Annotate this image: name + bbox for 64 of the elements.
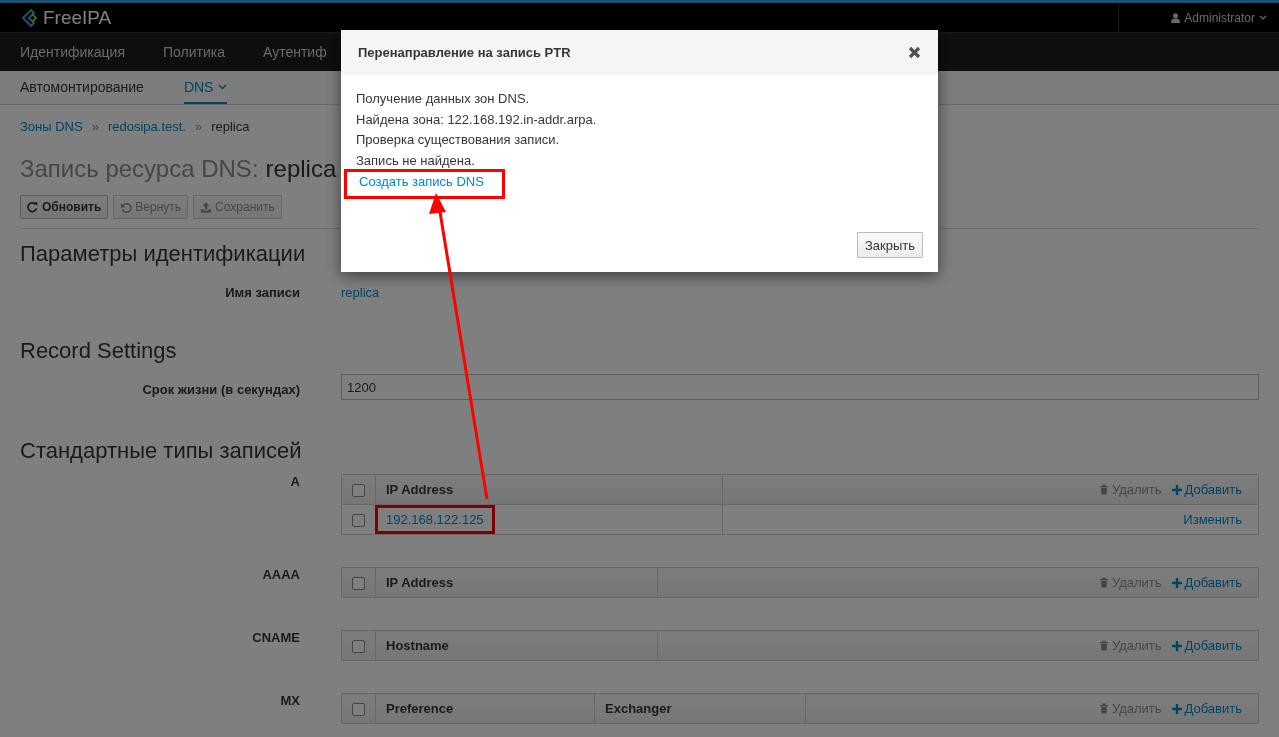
plus-icon: [1171, 640, 1182, 651]
breadcrumb-link[interactable]: Зоны DNS: [20, 118, 83, 134]
column-header: IP Address: [375, 474, 723, 505]
status-message: Найдена зона: 122.168.192.in-addr.arpa.: [356, 110, 598, 129]
upload-icon: [200, 200, 213, 214]
status-message: Запись не найдена.: [356, 151, 476, 170]
column-header: Preference: [375, 693, 595, 724]
status-message: Получение данных зон DNS.: [356, 90, 531, 108]
undo-icon: [120, 200, 133, 214]
record-type-label: MX: [279, 693, 300, 708]
plus-icon: [1171, 577, 1182, 588]
subnav-tab[interactable]: DNS: [183, 71, 228, 104]
field-label: Срок жизни (в секундах): [141, 381, 300, 397]
section-title: Стандартные типы записей: [20, 438, 302, 465]
select-all-checkbox[interactable]: [352, 640, 365, 654]
field-value-link[interactable]: replica: [341, 277, 380, 300]
nav-item[interactable]: Идентификация: [20, 44, 125, 60]
record-type-label: A: [289, 474, 300, 489]
record-link[interactable]: 192.168.122.125: [386, 512, 484, 527]
breadcrumb-current: replica: [211, 118, 250, 134]
logo-icon: [22, 8, 40, 27]
breadcrumb-link[interactable]: redosipa.test.: [107, 118, 186, 134]
status-message: Проверка существования записи.: [356, 131, 560, 149]
page-title: Запись ресурса DNS:: [20, 155, 259, 184]
plus-icon: [1171, 703, 1182, 714]
nav-item[interactable]: Политика: [162, 44, 225, 60]
row-checkbox[interactable]: [352, 514, 365, 528]
chevron-down-icon: [218, 83, 228, 90]
close-button[interactable]: Закрыть: [856, 232, 923, 258]
trash-icon: [1098, 576, 1109, 588]
user-icon: [1171, 12, 1181, 23]
add-button[interactable]: Добавить: [1171, 701, 1242, 716]
section-title: Параметры идентификации: [20, 241, 306, 268]
record-name-title: replica: [265, 155, 337, 184]
column-header: IP Address: [375, 567, 658, 598]
add-button[interactable]: Добавить: [1171, 638, 1242, 653]
section-title: Record Settings: [20, 338, 177, 365]
add-button[interactable]: Добавить: [1171, 575, 1242, 590]
add-button[interactable]: Добавить: [1171, 482, 1242, 497]
trash-icon: [1098, 483, 1109, 495]
app-logo-text: FreeIPA: [43, 6, 112, 29]
field-label: Имя записи: [224, 284, 300, 300]
chevron-down-icon: [1259, 15, 1267, 20]
refresh-icon: [27, 200, 39, 214]
edit-link[interactable]: Изменить: [1183, 512, 1242, 527]
plus-icon: [1171, 484, 1182, 495]
select-all-checkbox[interactable]: [352, 703, 365, 717]
record-type-label: CNAME: [251, 630, 300, 645]
toolbar-button[interactable]: Обновить: [20, 195, 109, 219]
column-header: Hostname: [375, 630, 658, 661]
select-all-checkbox[interactable]: [352, 577, 365, 591]
select-all-checkbox[interactable]: [352, 484, 365, 498]
create-record-link[interactable]: Создать запись DNS: [359, 174, 484, 189]
nav-item[interactable]: Аутентиф: [262, 44, 327, 60]
breadcrumb-separator: »: [91, 118, 99, 134]
trash-icon: [1098, 702, 1109, 714]
breadcrumb-separator: »: [194, 118, 203, 134]
trash-icon: [1098, 639, 1109, 651]
column-header: Exchanger: [594, 693, 806, 724]
dialog-title: Перенаправление на запись PTR: [358, 45, 571, 60]
input-field[interactable]: 1200: [341, 374, 1259, 400]
subnav-tab[interactable]: Автомонтирование: [20, 71, 144, 104]
close-icon[interactable]: [908, 46, 921, 59]
record-type-label: AAAA: [261, 567, 300, 582]
